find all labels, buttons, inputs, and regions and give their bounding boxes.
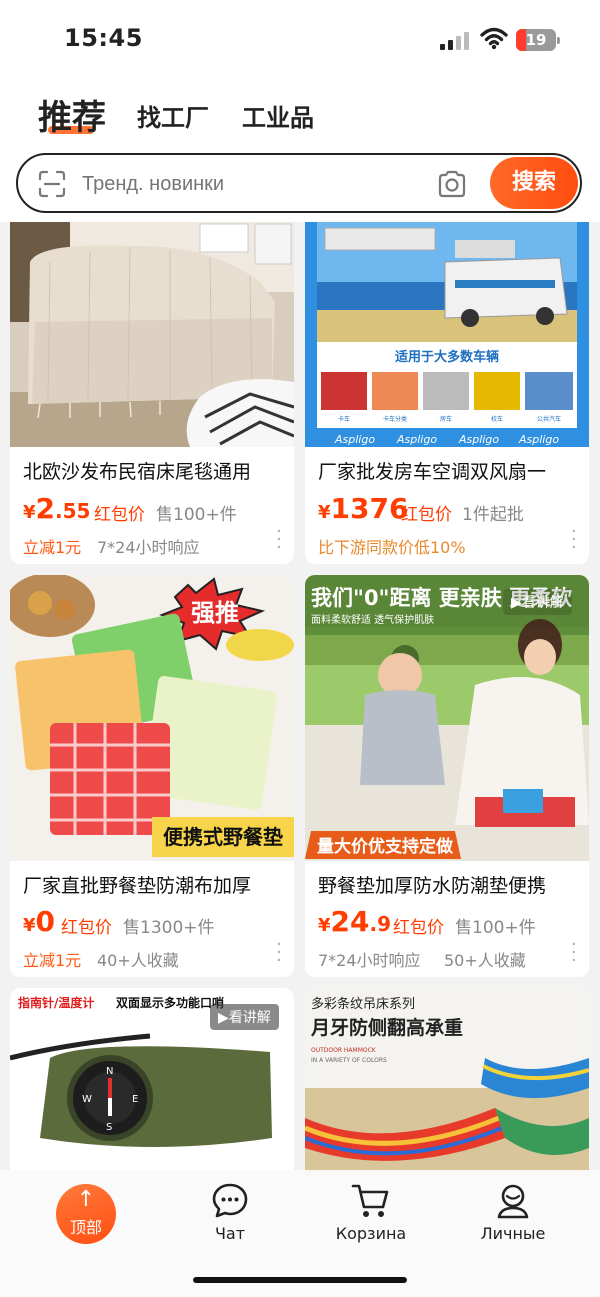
profile-icon [497,1184,529,1219]
more-options-icon[interactable]: · · · [571,523,577,557]
image-subline: 面料柔软舒适 透气保护肌肤 [311,613,434,626]
product-image: 强推 便携式野餐垫 [10,575,294,861]
back-to-top-button[interactable]: ↑ 顶部 [56,1184,116,1244]
header: 推荐 找工厂 工业品 搜索 [0,80,600,222]
red-packet-label: 红包价 [94,505,145,525]
product-price: ¥2.55 [23,492,91,525]
price-compare-tag: 比下游同款价低10% [318,538,466,557]
image-caption: 适用于大多数车辆 [395,349,499,365]
image-banner: 量大价优支持定做 [317,836,454,857]
tab-industrial-goods[interactable]: 工业品 [242,98,314,133]
product-image [10,222,294,447]
red-packet-label: 红包价 [61,918,112,938]
service-tag: 7*24小时响应 [318,951,421,970]
svg-text:E: E [132,1094,138,1105]
scan-icon[interactable] [38,170,66,198]
favorites-tag: 50+人收藏 [444,951,526,970]
more-options-icon[interactable]: · · · [276,523,282,557]
svg-text:N: N [106,1066,113,1077]
product-title: 北欧沙发布民宿床尾毯通用 [23,461,252,483]
product-card[interactable]: 我们"0"距离 更亲肤 更柔软 面料柔软舒适 透气保护肌肤 量大价优支持定做 ▶… [305,575,589,977]
search-bar: 搜索 [16,153,582,213]
nav-label-profile: Личные [480,1224,546,1243]
image-banner: 便携式野餐垫 [163,825,283,849]
tab-recommended[interactable]: 推荐 [38,90,106,139]
sold-count: 售100+件 [455,918,536,938]
favorites-tag: 40+人收藏 [97,951,179,970]
product-card[interactable]: 多彩条纹吊床系列 月牙防侧翻高承重 OUTDOOR HAMMOCK IN A V… [305,988,589,1178]
nav-label-chat: Чат [214,1224,246,1243]
chat-icon [212,1183,248,1218]
product-title: 厂家直批野餐垫防潮布加厚 [23,875,252,897]
product-price: ¥1376 [318,492,409,525]
search-button[interactable]: 搜索 [490,157,578,209]
product-image: 我们"0"距离 更亲肤 更柔软 面料柔软舒适 透气保护肌肤 量大价优支持定做 ▶… [305,575,589,861]
service-tag: 7*24小时响应 [97,538,200,557]
signal-icon [440,32,470,50]
product-card[interactable]: 指南针/温度计 双面显示多功能口哨 N E S W ▶看讲解 [10,988,294,1178]
sold-count: 售100+件 [156,505,237,525]
image-headline: 双面显示多功能口哨 [116,995,224,1010]
svg-text:校车: 校车 [491,415,503,423]
more-options-icon[interactable]: · · · [571,936,577,970]
nav-item-profile[interactable]: Личные [463,1182,563,1243]
cart-icon [351,1184,389,1217]
product-title: 厂家批发房车空调双风扇一 [318,461,547,483]
status-time: 15:45 [64,24,143,52]
svg-text:卡车: 卡车 [338,415,350,423]
camera-icon[interactable] [436,169,468,199]
watch-explainer-button[interactable]: ▶看讲解 [503,589,572,615]
svg-text:公共汽车: 公共汽车 [537,415,561,423]
wifi-icon [480,27,508,50]
svg-text:Aspligo: Aspligo [396,433,437,446]
svg-text:Aspligo: Aspligo [458,433,499,446]
svg-text:房车: 房车 [440,415,452,423]
battery-level: 19 [525,31,547,49]
svg-text:OUTDOOR HAMMOCK: OUTDOOR HAMMOCK [311,1047,377,1054]
product-price: ¥0 [23,905,56,938]
product-title: 野餐垫加厚防水防潮垫便携 [318,875,547,897]
product-image: 适用于大多数车辆 卡车 卡车分类 房车 校车 公共汽车 Aspligo Aspl… [305,222,589,447]
svg-text:IN A VARIETY OF COLORS: IN A VARIETY OF COLORS [311,1057,387,1064]
discount-tag: 立减1元 [23,538,82,557]
svg-text:S: S [106,1122,112,1133]
product-price: ¥24.9 [318,905,392,938]
sold-count: 售1300+件 [123,918,215,938]
battery-icon: 19 [516,29,560,51]
svg-text:Aspligo: Aspligo [518,433,559,446]
product-card[interactable]: 强推 便携式野餐垫 厂家直批野餐垫防潮布加厚 ¥0 红包价 售1300+件 立减… [10,575,294,977]
nav-item-cart[interactable]: Корзина [321,1182,421,1243]
svg-text:卡车分类: 卡车分类 [383,415,407,423]
svg-text:Aspligo: Aspligo [334,433,375,446]
nav-item-chat[interactable]: Чат [180,1182,280,1243]
product-image: 指南针/温度计 双面显示多功能口哨 N E S W ▶看讲解 [10,988,294,1178]
svg-text:W: W [82,1094,92,1105]
tab-find-factory[interactable]: 找工厂 [137,98,209,133]
more-options-icon[interactable]: · · · [276,936,282,970]
min-order: 1件起批 [462,505,524,525]
watch-explainer-button[interactable]: ▶看讲解 [210,1004,279,1030]
search-input[interactable] [80,155,424,213]
arrow-up-icon: ↑ [76,1187,96,1212]
image-headline-red: 指南针/温度计 [18,995,94,1010]
back-to-top-label: 顶部 [69,1218,102,1237]
home-indicator [193,1277,407,1283]
red-packet-label: 红包价 [393,918,444,938]
discount-tag: 立减1元 [23,951,82,970]
image-line1: 多彩条纹吊床系列 [311,996,415,1012]
product-card[interactable]: 适用于大多数车辆 卡车 卡车分类 房车 校车 公共汽车 Aspligo Aspl… [305,222,589,564]
product-image: 多彩条纹吊床系列 月牙防侧翻高承重 OUTDOOR HAMMOCK IN A V… [305,988,589,1178]
status-bar: 15:45 19 [0,0,600,80]
image-line2: 月牙防侧翻高承重 [310,1016,463,1039]
product-card[interactable]: 北欧沙发布民宿床尾毯通用 ¥2.55 红包价 售100+件 立减1元 7*24小… [10,222,294,564]
nav-label-cart: Корзина [335,1224,407,1243]
red-packet-label: 红包价 [401,505,452,525]
image-badge: 强推 [191,599,239,627]
